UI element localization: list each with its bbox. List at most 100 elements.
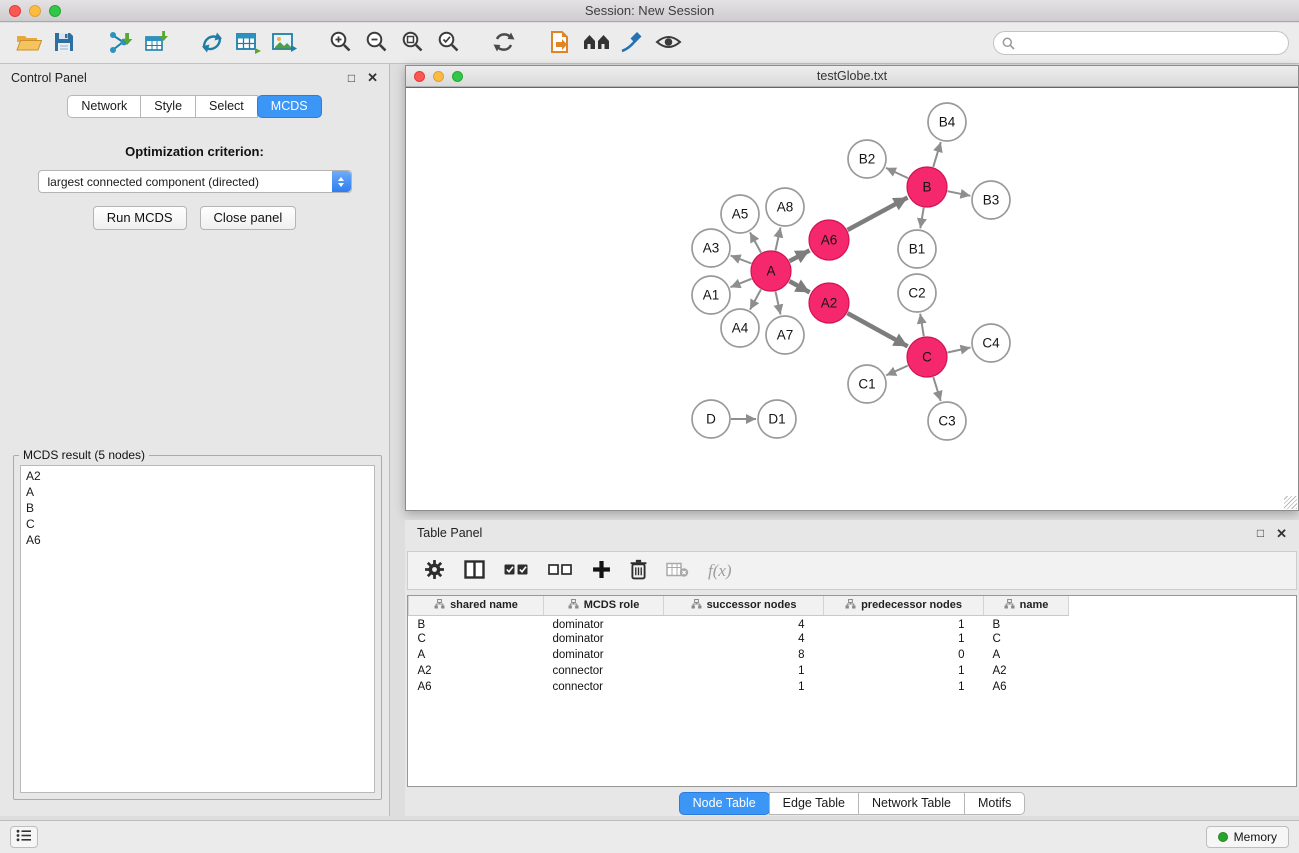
- edge-A-A1[interactable]: [731, 279, 752, 287]
- node-A6[interactable]: A6: [809, 220, 849, 260]
- node-C1[interactable]: C1: [848, 365, 886, 403]
- node-B1[interactable]: B1: [898, 230, 936, 268]
- tab-style[interactable]: Style: [140, 95, 196, 118]
- task-history-button[interactable]: [10, 826, 38, 848]
- edge-B-B1[interactable]: [920, 208, 923, 229]
- node-C3[interactable]: C3: [928, 402, 966, 440]
- mcds-result-item[interactable]: C: [21, 516, 374, 532]
- edge-B-B4[interactable]: [933, 142, 941, 167]
- edge-A-A6[interactable]: [790, 250, 810, 261]
- tab-motifs[interactable]: Motifs: [964, 792, 1025, 815]
- open-recent-button[interactable]: [542, 26, 578, 60]
- edge-A2-C[interactable]: [847, 313, 907, 346]
- show-hide-graphics-button[interactable]: [650, 26, 686, 60]
- edge-A-A5[interactable]: [750, 232, 761, 252]
- add-column-button[interactable]: [592, 560, 611, 582]
- node-table[interactable]: shared nameMCDS rolesuccessor nodesprede…: [407, 595, 1297, 787]
- column-header-MCDS-role[interactable]: MCDS role: [544, 596, 664, 615]
- zoom-in-button[interactable]: [322, 26, 358, 60]
- new-network-button[interactable]: [194, 26, 230, 60]
- float-panel-icon[interactable]: □: [348, 72, 355, 84]
- refresh-layout-button[interactable]: [486, 26, 522, 60]
- node-B3[interactable]: B3: [972, 181, 1010, 219]
- close-window-button[interactable]: [9, 5, 21, 17]
- edge-C-C2[interactable]: [920, 314, 924, 337]
- tab-network-table[interactable]: Network Table: [858, 792, 965, 815]
- run-mcds-button[interactable]: Run MCDS: [93, 206, 187, 230]
- window-resize-grip[interactable]: [1284, 496, 1297, 509]
- edge-A-A3[interactable]: [731, 256, 752, 264]
- node-C[interactable]: C: [907, 337, 947, 377]
- network-canvas[interactable]: B4B2BB3A5A8A6B1A3AC2A1A2A4A7C4CC1C3DD1: [406, 87, 1298, 510]
- close-table-panel-icon[interactable]: ✕: [1276, 527, 1287, 540]
- tab-select[interactable]: Select: [195, 95, 258, 118]
- mcds-result-item[interactable]: A2: [21, 468, 374, 484]
- mcds-result-list[interactable]: A2ABCA6: [20, 465, 375, 793]
- node-D1[interactable]: D1: [758, 400, 796, 438]
- node-B2[interactable]: B2: [848, 140, 886, 178]
- import-network-button[interactable]: [102, 26, 138, 60]
- delete-table-button[interactable]: [666, 561, 689, 581]
- network-window-titlebar[interactable]: testGlobe.txt: [406, 66, 1298, 87]
- apply-style-button[interactable]: [614, 26, 650, 60]
- zoom-window-button[interactable]: [49, 5, 61, 17]
- edge-B-B3[interactable]: [948, 191, 971, 196]
- split-columns-button[interactable]: [464, 560, 485, 582]
- edge-A-A7[interactable]: [776, 292, 781, 315]
- node-C4[interactable]: C4: [972, 324, 1010, 362]
- close-network-window-button[interactable]: [414, 71, 425, 82]
- node-A8[interactable]: A8: [766, 188, 804, 226]
- zoom-out-button[interactable]: [358, 26, 394, 60]
- node-D[interactable]: D: [692, 400, 730, 438]
- export-image-button[interactable]: [266, 26, 302, 60]
- node-C2[interactable]: C2: [898, 274, 936, 312]
- zoom-fit-button[interactable]: [394, 26, 430, 60]
- zoom-selected-button[interactable]: [430, 26, 466, 60]
- node-A4[interactable]: A4: [721, 309, 759, 347]
- node-B[interactable]: B: [907, 167, 947, 207]
- close-panel-button[interactable]: Close panel: [200, 206, 297, 230]
- select-all-button[interactable]: [504, 563, 529, 579]
- table-row[interactable]: A2connector11A2: [409, 663, 1069, 679]
- edge-A6-B[interactable]: [848, 198, 908, 231]
- node-A3[interactable]: A3: [692, 229, 730, 267]
- search-input[interactable]: [993, 31, 1289, 55]
- edge-C-C3[interactable]: [933, 377, 940, 401]
- node-B4[interactable]: B4: [928, 103, 966, 141]
- column-header-shared-name[interactable]: shared name: [409, 596, 544, 615]
- close-panel-icon[interactable]: ✕: [367, 71, 378, 84]
- import-table-button[interactable]: [138, 26, 174, 60]
- new-table-button[interactable]: [230, 26, 266, 60]
- table-row[interactable]: A6connector11A6: [409, 679, 1069, 695]
- table-row[interactable]: Cdominator41C: [409, 631, 1069, 647]
- table-row[interactable]: Bdominator41B: [409, 615, 1069, 631]
- deselect-all-button[interactable]: [548, 563, 573, 579]
- mcds-result-item[interactable]: B: [21, 500, 374, 516]
- tab-edge-table[interactable]: Edge Table: [769, 792, 859, 815]
- edge-B-B2[interactable]: [886, 168, 908, 178]
- open-session-button[interactable]: [10, 26, 46, 60]
- column-header-name[interactable]: name: [984, 596, 1069, 615]
- column-header-successor-nodes[interactable]: successor nodes: [664, 596, 824, 615]
- edge-A-A2[interactable]: [789, 281, 809, 292]
- column-header-predecessor-nodes[interactable]: predecessor nodes: [824, 596, 984, 615]
- home-button[interactable]: [578, 26, 614, 60]
- edge-C-C1[interactable]: [886, 366, 908, 376]
- minimize-window-button[interactable]: [29, 5, 41, 17]
- edge-A-A8[interactable]: [776, 228, 781, 251]
- tab-mcds[interactable]: MCDS: [257, 95, 322, 118]
- tab-node-table[interactable]: Node Table: [679, 792, 770, 815]
- memory-button[interactable]: Memory: [1206, 826, 1289, 848]
- node-A2[interactable]: A2: [809, 283, 849, 323]
- delete-column-button[interactable]: [630, 559, 647, 583]
- node-A1[interactable]: A1: [692, 276, 730, 314]
- save-session-button[interactable]: [46, 26, 82, 60]
- float-table-panel-icon[interactable]: □: [1257, 527, 1264, 539]
- node-A5[interactable]: A5: [721, 195, 759, 233]
- table-row[interactable]: Adominator80A: [409, 647, 1069, 663]
- zoom-network-window-button[interactable]: [452, 71, 463, 82]
- optimization-criterion-dropdown[interactable]: largest connected component (directed): [38, 170, 352, 193]
- node-A[interactable]: A: [751, 251, 791, 291]
- mcds-result-item[interactable]: A: [21, 484, 374, 500]
- table-settings-button[interactable]: [424, 559, 445, 583]
